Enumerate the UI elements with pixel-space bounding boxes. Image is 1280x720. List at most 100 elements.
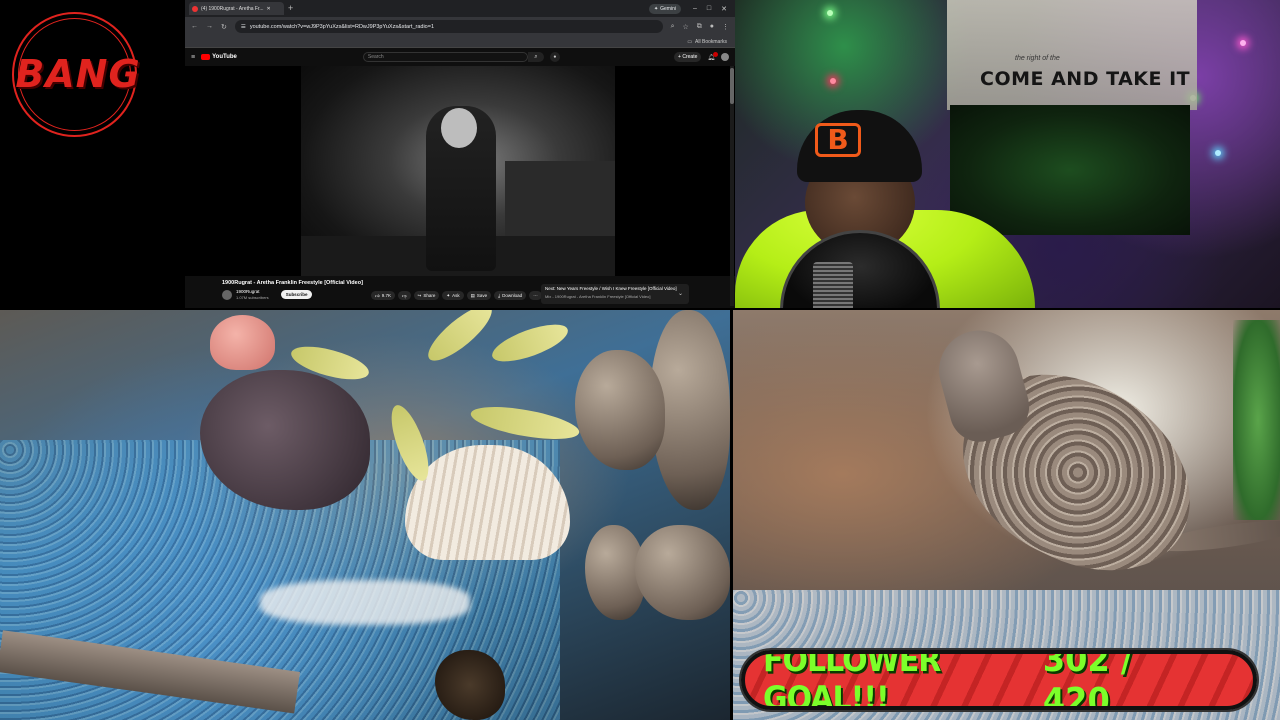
sparkle-icon: ✦ [446,292,451,298]
save-label: Save [476,293,488,298]
ask-button[interactable]: ✦ Ask [442,291,464,300]
gemini-label: Gemini [660,5,676,12]
wall-flag [950,105,1190,235]
like-button[interactable]: 👍︎ 9.7K [371,291,395,300]
share-icon: ↪ [417,292,422,298]
thumbs-down-icon: 👎︎ [401,292,407,298]
thumbs-up-icon: 👍︎ [375,292,380,298]
page-scrollbar[interactable] [730,66,734,306]
scrollbar-thumb[interactable] [730,68,734,104]
ask-label: Ask [452,293,460,298]
close-window-icon[interactable]: ✕ [721,5,727,13]
video-frame[interactable] [301,66,615,276]
gemini-button[interactable]: ✦ Gemini [648,3,681,14]
bookmarks-bar: ▭ All Bookmarks [185,36,735,48]
aquarium-plant [1233,320,1280,520]
download-icon: ⤓ [498,293,501,298]
dislike-button[interactable]: 👎︎ [397,291,411,300]
profile-icon[interactable]: ● [710,23,714,30]
minimize-icon[interactable]: – [693,5,697,13]
subscribe-button[interactable]: Subscribe [280,290,313,300]
aquarium-octopus-ornament [210,315,275,370]
party-light [1240,40,1246,46]
download-button[interactable]: ⤓ Download [494,291,527,300]
wall-banner [947,0,1197,110]
youtube-logo[interactable]: YouTube [201,54,237,60]
bookmark-star-icon[interactable]: ☆ [682,23,688,31]
download-label: Download [502,293,523,298]
gemini-icon: ✦ [653,5,659,12]
youtube-wordmark: YouTube [212,54,237,60]
browser-tab-active[interactable]: (4) 1900Rugrat - Aretha Fr... ✕ [189,2,284,15]
more-actions-button[interactable]: ⋯ [529,291,542,300]
youtube-header: ≡ YouTube Search ⌕ ● + Create 🔔︎ [185,48,735,66]
tab-bar: (4) 1900Rugrat - Aretha Fr... ✕ + ✦ Gemi… [185,0,735,17]
address-bar-row: ← → ↻ ☰ youtube.com/watch?v=wJ9P3pYuXzs&… [185,17,735,36]
microphone-icon[interactable]: ● [549,52,560,62]
party-light [827,10,833,16]
aquarium-plant-leaf [421,310,499,369]
back-icon[interactable]: ← [191,23,198,30]
notifications-bell-icon[interactable]: 🔔︎ [707,51,718,61]
extensions-icon[interactable]: ⧉ [697,23,702,31]
microphone-grille [813,262,853,308]
new-tab-icon[interactable]: + [288,4,293,13]
party-light [830,78,836,84]
zoom-icon[interactable]: ⌕ [671,23,675,31]
like-count: 9.7K [381,293,391,298]
hamburger-menu-icon[interactable]: ≡ [191,54,195,61]
youtube-search-input[interactable]: Search [362,52,528,62]
search-placeholder: Search [367,54,384,60]
video-actions: 👍︎ 9.7K 👎︎ ↪ Share ✦ Ask ▤ Save ⤓ Downlo… [371,291,542,300]
close-tab-icon[interactable]: ✕ [267,6,271,12]
folder-icon: ▭ [687,38,693,45]
up-next-playlist: Mix - 1900Rugrat - Aretha Franklin Frees… [545,294,651,299]
party-light [1215,150,1221,156]
share-label: Share [423,293,436,298]
share-button[interactable]: ↪ Share [413,291,440,300]
save-button[interactable]: ▤ Save [466,291,492,300]
search-icon[interactable]: ⌕ [527,52,544,62]
cap-logo: B [815,123,861,157]
channel-name-block[interactable]: 1900Rugrat 1.07M subscribers [236,289,269,300]
save-icon: ▤ [470,292,475,298]
site-info-icon[interactable]: ☰ [241,24,246,30]
up-next-title: Next: New Years Freestyle / Wish I Knew … [545,286,677,291]
water-glare [260,580,470,625]
webcam-feed: the right of the COME AND TAKE IT B [735,0,1280,308]
maximize-icon[interactable]: □ [707,5,711,13]
bang-logo: BANG [12,12,147,137]
youtube-play-icon [201,54,211,60]
reload-icon[interactable]: ↻ [221,23,227,31]
menu-icon[interactable]: ⋮ [722,23,729,31]
create-button[interactable]: + Create [674,52,702,62]
up-next-card[interactable]: Next: New Years Freestyle / Wish I Knew … [541,284,689,304]
aquarium-feed-left [0,310,730,720]
tab-title: (4) 1900Rugrat - Aretha Fr... [201,5,264,12]
video-scene-head [441,108,477,148]
create-label: Create [682,54,698,60]
channel-avatar[interactable] [222,289,232,300]
account-avatar[interactable] [721,53,729,61]
channel-row: 1900Rugrat 1.07M subscribers Subscribe [222,289,313,300]
aquarium-plant-leaf [487,317,573,369]
banner-subtext: the right of the [1015,55,1060,62]
video-title: 1900Rugrat - Aretha Franklin Freestyle [… [222,280,363,286]
follower-goal-count: 302 / 420 [1042,650,1133,710]
aquarium-plant-leaf [468,400,582,446]
all-bookmarks-link[interactable]: All Bookmarks [695,39,727,45]
channel-name: 1900Rugrat [236,289,260,294]
forward-icon[interactable]: → [206,23,213,30]
url-text: youtube.com/watch?v=wJ9P3pYuXzs&list=RDw… [249,23,435,30]
stream-layout: BANG (4) 1900Rugrat - Aretha Fr... ✕ + ✦… [0,0,1280,720]
video-info: 1900Rugrat - Aretha Franklin Freestyle [… [185,276,735,308]
chevron-down-icon[interactable]: ⌄ [678,290,683,297]
follower-goal-bar: FOLLOWER GOAL!!! 302 / 420 [741,650,1257,710]
logo-text: BANG [15,52,141,96]
follower-goal-label: FOLLOWER GOAL!!! [763,650,941,710]
video-player[interactable] [185,66,735,276]
banner-text: COME AND TAKE IT [980,68,1191,90]
youtube-favicon-icon [192,5,198,12]
browser-window: (4) 1900Rugrat - Aretha Fr... ✕ + ✦ Gemi… [185,0,735,308]
url-field[interactable]: ☰ youtube.com/watch?v=wJ9P3pYuXzs&list=R… [234,20,663,33]
